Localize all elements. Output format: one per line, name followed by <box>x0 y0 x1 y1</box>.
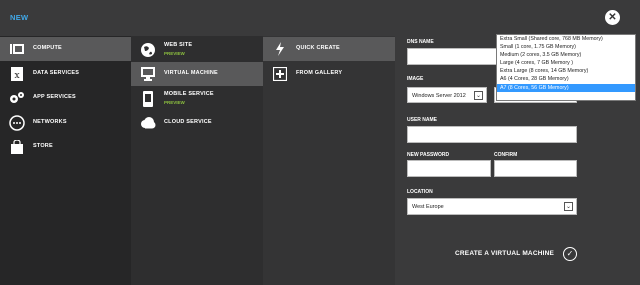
nav-item-label: CLOUD SERVICE <box>164 119 212 125</box>
close-icon[interactable]: ✕ <box>605 10 620 25</box>
size-option[interactable]: Medium (2 cores, 3.5 GB Memory) <box>497 51 635 59</box>
nav-item-app-services[interactable]: APP SERVICES <box>0 86 131 110</box>
password-input[interactable] <box>407 160 491 177</box>
monitor-icon <box>140 66 156 82</box>
category-column: COMPUTE x DATA SERVICES APP SERVICES NET… <box>0 36 131 285</box>
gears-icon <box>9 90 25 106</box>
password-label: NEW PASSWORD <box>407 152 450 158</box>
size-option-selected[interactable]: A7 (8 Cores, 56 GB Memory) <box>497 83 635 92</box>
nav-item-virtual-machine[interactable]: VIRTUAL MACHINE <box>131 62 263 86</box>
preview-badge: PREVIEW <box>164 100 185 105</box>
method-column: QUICK CREATE FROM GALLERY <box>263 36 395 285</box>
image-select[interactable]: Windows Server 2012 ⌄ <box>407 87 487 103</box>
nav-item-networks[interactable]: NETWORKS <box>0 111 131 135</box>
check-icon[interactable]: ✓ <box>563 247 577 261</box>
nav-item-label: WEB SITE <box>164 42 193 48</box>
nav-item-label: COMPUTE <box>33 45 62 51</box>
chevron-down-icon: ⌄ <box>564 202 573 211</box>
lightning-icon <box>272 41 288 57</box>
size-option[interactable]: Large (4 cores, 7 GB Memory ) <box>497 59 635 67</box>
nav-item-label: NETWORKS <box>33 119 67 125</box>
header: NEW ✕ <box>0 0 640 36</box>
nav-item-from-gallery[interactable]: FROM GALLERY <box>263 62 395 86</box>
nav-item-label: MOBILE SERVICE <box>164 91 214 97</box>
location-select-value: West Europe <box>412 204 444 210</box>
nav-item-label: FROM GALLERY <box>296 70 343 76</box>
nav-item-label: STORE <box>33 143 53 149</box>
nav-item-label: QUICK CREATE <box>296 45 340 51</box>
size-option[interactable]: Small (1 core, 1.75 GB Memory) <box>497 43 635 51</box>
size-dropdown-list: Extra Small (Shared core, 768 MB Memory)… <box>496 34 636 101</box>
image-label: IMAGE <box>407 76 424 82</box>
preview-badge: PREVIEW <box>164 51 185 56</box>
nav-item-label: APP SERVICES <box>33 94 76 100</box>
network-icon <box>9 115 25 131</box>
size-option[interactable]: A6 (4 Cores, 28 GB Memory) <box>497 75 635 83</box>
nav-item-store[interactable]: STORE <box>0 135 131 159</box>
dns-name-label: DNS NAME <box>407 39 434 45</box>
confirm-password-input[interactable] <box>494 160 577 177</box>
username-input[interactable] <box>407 126 577 143</box>
chevron-down-icon: ⌄ <box>474 91 483 100</box>
nav-item-label: DATA SERVICES <box>33 70 80 76</box>
size-option[interactable]: Extra Small (Shared core, 768 MB Memory) <box>497 35 635 43</box>
page-title: NEW <box>10 13 29 22</box>
location-select[interactable]: West Europe ⌄ <box>407 198 577 215</box>
mobile-icon <box>140 91 156 107</box>
size-option[interactable]: Extra Large (8 cores, 14 GB Memory) <box>497 67 635 75</box>
username-label: USER NAME <box>407 117 438 123</box>
compute-icon <box>9 41 25 57</box>
globe-icon <box>140 42 156 58</box>
nav-item-quick-create[interactable]: QUICK CREATE <box>263 37 395 61</box>
svg-text:x: x <box>14 71 19 81</box>
database-icon: x <box>9 66 25 82</box>
nav-item-compute[interactable]: COMPUTE <box>0 37 131 61</box>
nav-item-data-services[interactable]: x DATA SERVICES <box>0 62 131 86</box>
cloud-icon <box>140 115 156 131</box>
create-vm-label[interactable]: CREATE A VIRTUAL MACHINE <box>455 250 554 257</box>
nav-item-mobile-service[interactable]: MOBILE SERVICE PREVIEW <box>131 87 263 111</box>
image-select-value: Windows Server 2012 <box>412 93 466 99</box>
nav-item-cloud-service[interactable]: CLOUD SERVICE <box>131 111 263 135</box>
confirm-label: CONFIRM <box>494 152 518 158</box>
nav-item-label: VIRTUAL MACHINE <box>164 70 218 76</box>
service-column: WEB SITE PREVIEW VIRTUAL MACHINE MOBILE … <box>131 36 263 285</box>
plus-square-icon <box>272 66 288 82</box>
location-label: LOCATION <box>407 189 433 195</box>
nav-item-web-site[interactable]: WEB SITE PREVIEW <box>131 38 263 62</box>
shopping-bag-icon <box>9 139 25 155</box>
